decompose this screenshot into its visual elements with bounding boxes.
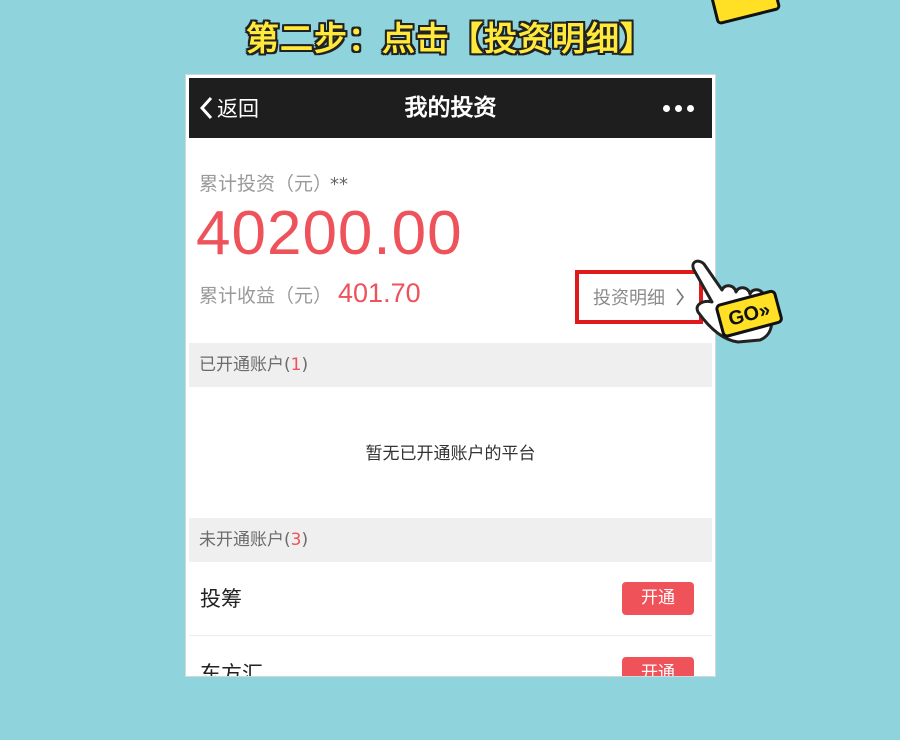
page-title: 我的投资 — [404, 95, 497, 121]
empty-opened-message: 暂无已开通账户的平台 — [365, 444, 536, 464]
more-menu-button[interactable] — [663, 78, 694, 138]
unopened-header-close: ) — [301, 530, 309, 550]
unopened-count: 3 — [290, 530, 302, 550]
dot-icon — [663, 104, 670, 112]
cumulative-investment-label: 累计投资（元）** — [199, 169, 348, 196]
open-account-button[interactable]: 开通 — [622, 582, 694, 615]
opened-header-close: ) — [301, 355, 309, 375]
navbar: 返回 我的投资 — [189, 78, 712, 138]
phone-screen: 返回 我的投资 累计投资（元）** 40200.00 累计收益（元） 401.7… — [186, 75, 715, 676]
investment-detail-label: 投资明细 — [593, 288, 665, 309]
instruction-banner: 第二步：点击【投资明细】 — [246, 19, 654, 58]
earnings-label: 累计收益（元） — [199, 285, 333, 307]
list-item[interactable]: 投筹 开通 — [189, 562, 712, 636]
pointing-hand-icon: GO» — [691, 259, 783, 344]
open-account-button[interactable]: 开通 — [622, 657, 694, 676]
unopened-header-label: 未开通账户( — [199, 530, 291, 550]
investment-summary: 累计投资（元）** 40200.00 累计收益（元） 401.70 投资明细 — [186, 138, 715, 342]
cumulative-label-text: 累计投资（元） — [199, 173, 333, 195]
earnings-value: 401.70 — [338, 278, 421, 308]
dot-icon — [687, 104, 694, 112]
cumulative-investment-amount: 40200.00 — [196, 199, 463, 268]
opened-accounts-header: 已开通账户(1) — [189, 343, 712, 387]
dot-icon — [675, 104, 682, 112]
unopened-accounts-header: 未开通账户(3) — [189, 518, 712, 562]
opened-header-label: 已开通账户( — [199, 355, 291, 375]
opened-count: 1 — [290, 355, 302, 375]
cumulative-earnings: 累计收益（元） 401.70 — [199, 278, 421, 309]
platform-name: 东方汇 — [200, 662, 263, 676]
masked-mark: ** — [330, 174, 349, 195]
list-item[interactable]: 东方汇 开通 — [189, 637, 712, 676]
platform-name: 投筹 — [200, 587, 242, 611]
